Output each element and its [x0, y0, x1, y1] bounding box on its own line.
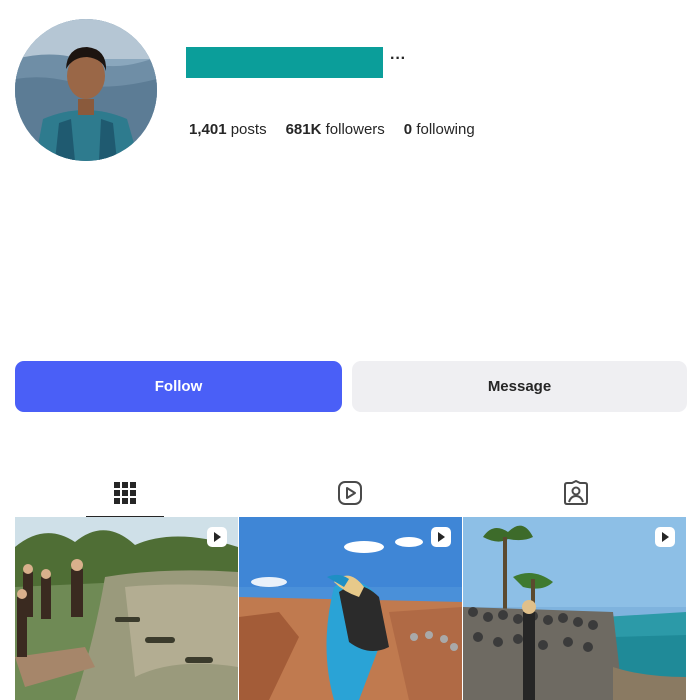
message-button[interactable]: Message — [352, 361, 687, 412]
tab-tagged[interactable] — [537, 470, 615, 516]
grid-post-1[interactable] — [15, 517, 238, 700]
grid-icon — [114, 482, 136, 504]
tab-reels[interactable] — [311, 470, 389, 516]
followers-label: followers — [325, 121, 385, 138]
more-options-button[interactable]: ··· — [389, 49, 407, 69]
follow-button[interactable]: Follow — [15, 361, 342, 412]
grid-post-2[interactable] — [239, 517, 462, 700]
tab-posts[interactable] — [86, 470, 164, 518]
posts-label: posts — [230, 121, 267, 138]
reel-badge-icon — [207, 527, 227, 547]
reel-badge-icon — [655, 527, 675, 547]
following-count: 0 — [403, 121, 413, 138]
post-thumbnail — [239, 517, 462, 700]
following-label: following — [416, 121, 475, 138]
profile-photo — [15, 19, 157, 161]
profile-avatar[interactable] — [15, 19, 157, 161]
following-stat[interactable]: 0 following — [404, 121, 475, 139]
followers-stat[interactable]: 681K followers — [286, 121, 385, 139]
tagged-icon — [564, 480, 588, 505]
posts-stat: 1,401 posts — [189, 121, 267, 139]
grid-post-3[interactable] — [463, 517, 686, 700]
profile-stats: 1,401 posts 681K followers 0 following — [189, 121, 475, 139]
reel-badge-icon — [431, 527, 451, 547]
post-thumbnail — [15, 517, 238, 700]
reels-icon — [338, 481, 362, 505]
post-thumbnail — [463, 517, 686, 700]
posts-count: 1,401 — [189, 121, 227, 138]
followers-count: 681K — [285, 121, 322, 138]
username-redacted — [186, 47, 383, 78]
